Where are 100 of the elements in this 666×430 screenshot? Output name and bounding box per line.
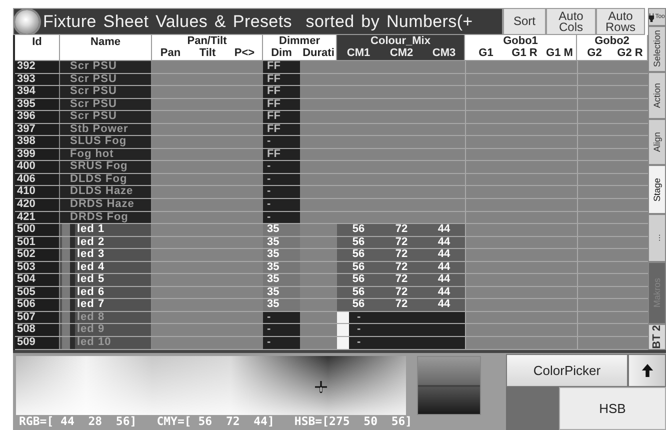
colour-cell: 56: [337, 299, 380, 311]
name-cell: DLDS Haze: [60, 186, 152, 198]
side-tab[interactable]: Stage: [648, 165, 666, 214]
name-cell: Scr PSU: [60, 98, 152, 110]
side-tab[interactable]: BT 2: [648, 324, 666, 350]
colour-cell: 72: [380, 286, 423, 298]
color-swatch: [337, 312, 349, 324]
toolbar-button[interactable]: Auto Rows: [596, 8, 645, 35]
id-cell: 421: [15, 212, 60, 224]
color-swatch: [337, 337, 349, 349]
hsb-button[interactable]: HSB: [559, 387, 666, 430]
id-cell: 396: [15, 111, 60, 123]
toolbar-button[interactable]: Sort: [503, 8, 546, 35]
window-title: Fixture Sheet Values & Presets sorted by Numbers(+: [43, 12, 473, 32]
side-tab[interactable]: ...: [648, 214, 666, 262]
dimmer-cell: -: [263, 136, 300, 148]
column-header[interactable]: Name: [60, 35, 152, 60]
colour-cell: 72: [380, 299, 423, 311]
dimmer-cell: -: [263, 324, 300, 336]
colour-cell: 44: [423, 236, 465, 248]
group-label: Colour_Mix: [370, 35, 432, 47]
id-cell: 398: [15, 136, 60, 148]
name-cell: SLUS Fog: [60, 136, 152, 148]
dimmer-cell: -: [263, 174, 300, 186]
plug-icon: [649, 12, 654, 22]
name-cell: DRDS Haze: [60, 199, 152, 211]
side-tab[interactable]: Action: [648, 72, 666, 119]
column-header[interactable]: G1 M: [542, 47, 577, 59]
column-header[interactable]: Pan: [152, 47, 189, 59]
column-header[interactable]: G1 R: [507, 47, 542, 59]
id-cell: 509: [15, 337, 60, 349]
colorpicker-button[interactable]: ColorPicker: [506, 354, 628, 387]
id-cell: 395: [15, 98, 60, 110]
colour-cell: 44: [423, 224, 465, 236]
dimmer-cell: 35: [263, 286, 300, 298]
column-header[interactable]: Id: [15, 35, 60, 60]
id-cell: 420: [15, 199, 60, 211]
column-header[interactable]: P<>: [226, 47, 263, 59]
id-cell: 506: [15, 299, 60, 311]
dimmer-cell: -: [263, 337, 300, 349]
dimmer-cell: 35: [263, 249, 300, 261]
name-cell: led 4: [60, 262, 152, 274]
name-cell: DLDS Fog: [60, 174, 152, 186]
column-header[interactable]: CM3: [423, 47, 465, 59]
dimmer-cell: 35: [263, 236, 300, 248]
name-cell: led 6: [60, 286, 152, 298]
colour-cell: 56: [337, 236, 380, 248]
crosshair-icon[interactable]: [314, 380, 328, 394]
toolbar-button[interactable]: Auto Cols: [546, 8, 596, 35]
dimmer-cell: -: [263, 161, 300, 173]
colour-cell: 72: [380, 224, 423, 236]
column-header[interactable]: G2: [577, 47, 612, 59]
name-cell: Scr PSU: [60, 61, 152, 73]
window-button[interactable]: [15, 10, 39, 34]
id-cell: 392: [15, 61, 60, 73]
name-cell: led 7: [60, 299, 152, 311]
column-header[interactable]: Tilt: [189, 47, 226, 59]
column-header[interactable]: G1: [465, 47, 507, 59]
dimmer-cell: -: [263, 199, 300, 211]
column-header[interactable]: Dim: [263, 47, 300, 59]
name-cell: led 3: [60, 249, 152, 261]
dimmer-cell: FF: [263, 98, 300, 110]
group-label: Gobo2: [594, 35, 630, 47]
name-cell: Scr PSU: [60, 111, 152, 123]
column-header[interactable]: CM2: [380, 47, 423, 59]
dimmer-cell: 35: [263, 262, 300, 274]
name-cell: SRUS Fog: [60, 161, 152, 173]
dimmer-cell: -: [263, 212, 300, 224]
name-cell: Fog hot: [60, 148, 152, 160]
arrow-up-icon: [640, 363, 654, 378]
colour-cell: 44: [423, 262, 465, 274]
dimmer-cell: FF: [263, 86, 300, 98]
group-label: Gobo1: [502, 35, 539, 47]
column-header[interactable]: CM1: [337, 47, 380, 59]
colour-cell: -: [349, 312, 465, 324]
colour-cell: 72: [380, 249, 423, 261]
name-cell: Stb Power: [60, 124, 152, 136]
column-header[interactable]: Durati: [300, 47, 337, 59]
up-button[interactable]: [628, 354, 666, 387]
id-cell: 502: [15, 249, 60, 261]
name-cell: led 8: [60, 312, 152, 324]
id-cell: 399: [15, 148, 60, 160]
id-cell: 394: [15, 86, 60, 98]
colour-cell: 44: [423, 249, 465, 261]
name-cell: Scr PSU: [60, 74, 152, 86]
colour-cell: 56: [337, 262, 380, 274]
colour-cell: 72: [380, 236, 423, 248]
group-label: Dimmer: [278, 35, 321, 47]
side-tab[interactable]: Align: [648, 119, 666, 165]
color-field[interactable]: [16, 356, 406, 415]
dimmer-cell: 35: [263, 299, 300, 311]
colour-cell: 44: [423, 299, 465, 311]
id-cell: 397: [15, 124, 60, 136]
colour-cell: 56: [337, 249, 380, 261]
group-label: Pan/Tilt: [186, 35, 228, 47]
side-tab[interactable]: Selection: [648, 26, 666, 72]
name-cell: led 2: [60, 236, 152, 248]
column-header[interactable]: G2 R: [612, 47, 648, 59]
id-cell: 505: [15, 286, 60, 298]
color-readout: CMY=[ 56 72 44]: [156, 415, 274, 428]
